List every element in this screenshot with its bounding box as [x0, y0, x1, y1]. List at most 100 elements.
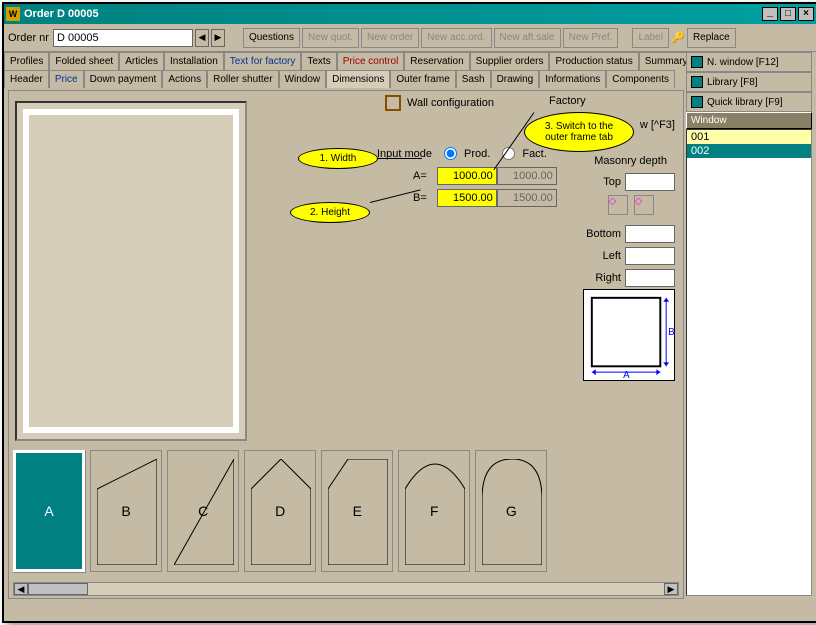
replace-button[interactable]: Replace — [687, 28, 736, 48]
tab-dimensions[interactable]: Dimensions — [326, 70, 390, 88]
callout-height: 2. Height — [290, 202, 370, 223]
tab-actions[interactable]: Actions — [162, 70, 207, 88]
close-button[interactable]: × — [798, 7, 814, 21]
tab-price-control[interactable]: Price control — [337, 52, 405, 70]
factory-label: Factory — [549, 95, 586, 107]
dim-b-readonly — [497, 189, 557, 207]
tab-text-factory[interactable]: Text for factory — [224, 52, 302, 70]
window-list-header: Window — [686, 112, 812, 129]
tab-roller-shutter[interactable]: Roller shutter — [207, 70, 278, 88]
window-title: Order D 00005 — [24, 8, 762, 20]
new-window-button[interactable]: N. window [F12] — [686, 52, 812, 72]
new-window-shortcut[interactable]: w [^F3] — [640, 119, 675, 131]
quick-library-button[interactable]: Quick library [F9] — [686, 92, 812, 112]
order-nr-input[interactable] — [53, 29, 193, 47]
new-pref-button[interactable]: New Pref. — [563, 28, 619, 48]
window-item-001[interactable]: 001 — [687, 130, 811, 144]
questions-button[interactable]: Questions — [243, 28, 300, 48]
fact-label: Fact. — [522, 148, 546, 160]
library-button[interactable]: Library [F8] — [686, 72, 812, 92]
tab-header[interactable]: Header — [4, 70, 49, 88]
minimize-button[interactable]: _ — [762, 7, 778, 21]
masonry-left-input[interactable] — [625, 247, 675, 265]
toolbar: Order nr ◀ ▶ Questions New quot. New ord… — [4, 24, 816, 52]
callout-line-1 — [378, 158, 422, 159]
window-item-002[interactable]: 002 — [687, 144, 811, 158]
scroll-right-button[interactable]: ▶ — [664, 583, 678, 595]
tab-production-status[interactable]: Production status — [549, 52, 638, 70]
masonry-bottom-label: Bottom — [586, 228, 621, 240]
wall-config-label: Wall configuration — [407, 97, 494, 109]
diagram-a-label: A — [623, 370, 630, 380]
wall-config-row: Wall configuration — [385, 95, 494, 111]
masonry-left-label: Left — [603, 250, 621, 262]
shape-palette: A B C D E F G — [13, 450, 679, 580]
masonry-tool-1[interactable]: ◇ — [608, 195, 628, 215]
masonry-panel: Masonry depth Top ◇ ◇ Bottom Left Right — [586, 155, 675, 291]
label-button[interactable]: Label — [632, 28, 668, 48]
window-list: 001 002 — [686, 129, 812, 596]
window-preview — [15, 101, 247, 441]
app-icon: W — [6, 7, 20, 21]
tab-supplier-orders[interactable]: Supplier orders — [470, 52, 550, 70]
new-acc-button[interactable]: New acc.ord. — [421, 28, 491, 48]
shape-scrollbar[interactable]: ◀ ▶ — [13, 582, 679, 596]
masonry-top-input[interactable] — [625, 173, 675, 191]
tab-informations[interactable]: Informations — [539, 70, 606, 88]
prod-label: Prod. — [464, 148, 490, 160]
tab-installation[interactable]: Installation — [164, 52, 224, 70]
replace-icon: 🔑 — [671, 29, 685, 47]
masonry-bottom-input[interactable] — [625, 225, 675, 243]
wall-config-icon[interactable] — [385, 95, 401, 111]
dim-a-label: A= — [409, 170, 431, 182]
tab-window[interactable]: Window — [279, 70, 327, 88]
library-icon — [691, 76, 703, 88]
sidebar: N. window [F12] Library [F8] Quick libra… — [686, 52, 812, 599]
tab-articles[interactable]: Articles — [119, 52, 164, 70]
tab-reservation[interactable]: Reservation — [404, 52, 469, 70]
dim-b-input[interactable] — [437, 189, 497, 207]
shape-f[interactable]: F — [398, 450, 470, 572]
shape-a[interactable]: A — [13, 450, 85, 572]
titlebar: W Order D 00005 _ □ × — [4, 4, 816, 24]
window-preview-frame — [23, 109, 239, 433]
tab-drawing[interactable]: Drawing — [491, 70, 540, 88]
dimension-diagram: A B — [583, 289, 675, 381]
masonry-right-input[interactable] — [625, 269, 675, 287]
quicklib-icon — [691, 96, 703, 108]
app-window: W Order D 00005 _ □ × Order nr ◀ ▶ Quest… — [2, 2, 816, 623]
new-quot-button[interactable]: New quot. — [302, 28, 359, 48]
scroll-track[interactable] — [28, 583, 664, 595]
shape-g[interactable]: G — [475, 450, 547, 572]
tab-texts[interactable]: Texts — [301, 52, 336, 70]
masonry-title: Masonry depth — [586, 155, 675, 167]
tab-price[interactable]: Price — [49, 70, 84, 88]
next-order-button[interactable]: ▶ — [211, 29, 225, 47]
input-mode-prod[interactable] — [444, 147, 457, 160]
tab-down-payment[interactable]: Down payment — [84, 70, 163, 88]
tab-components[interactable]: Components — [606, 70, 675, 88]
maximize-button[interactable]: □ — [780, 7, 796, 21]
shape-c[interactable]: C — [167, 450, 239, 572]
tab-outer-frame[interactable]: Outer frame — [390, 70, 455, 88]
new-order-button[interactable]: New order — [361, 28, 419, 48]
order-nr-label: Order nr — [8, 32, 49, 44]
dim-a-readonly — [497, 167, 557, 185]
callout-width: 1. Width — [298, 148, 378, 169]
scroll-left-button[interactable]: ◀ — [14, 583, 28, 595]
masonry-tool-2[interactable]: ◇ — [634, 195, 654, 215]
shape-b[interactable]: B — [90, 450, 162, 572]
nwindow-icon — [691, 56, 703, 68]
tab-profiles[interactable]: Profiles — [4, 52, 49, 70]
dim-b-label: B= — [409, 192, 431, 204]
masonry-top-label: Top — [603, 176, 621, 188]
new-aft-button[interactable]: New aft.sale — [494, 28, 561, 48]
diagram-b-label: B — [668, 327, 674, 338]
tab-folded-sheet[interactable]: Folded sheet — [49, 52, 119, 70]
shape-e[interactable]: E — [321, 450, 393, 572]
prev-order-button[interactable]: ◀ — [195, 29, 209, 47]
shape-d[interactable]: D — [244, 450, 316, 572]
tab-sash[interactable]: Sash — [456, 70, 491, 88]
scroll-thumb[interactable] — [28, 583, 88, 595]
dim-a-input[interactable] — [437, 167, 497, 185]
